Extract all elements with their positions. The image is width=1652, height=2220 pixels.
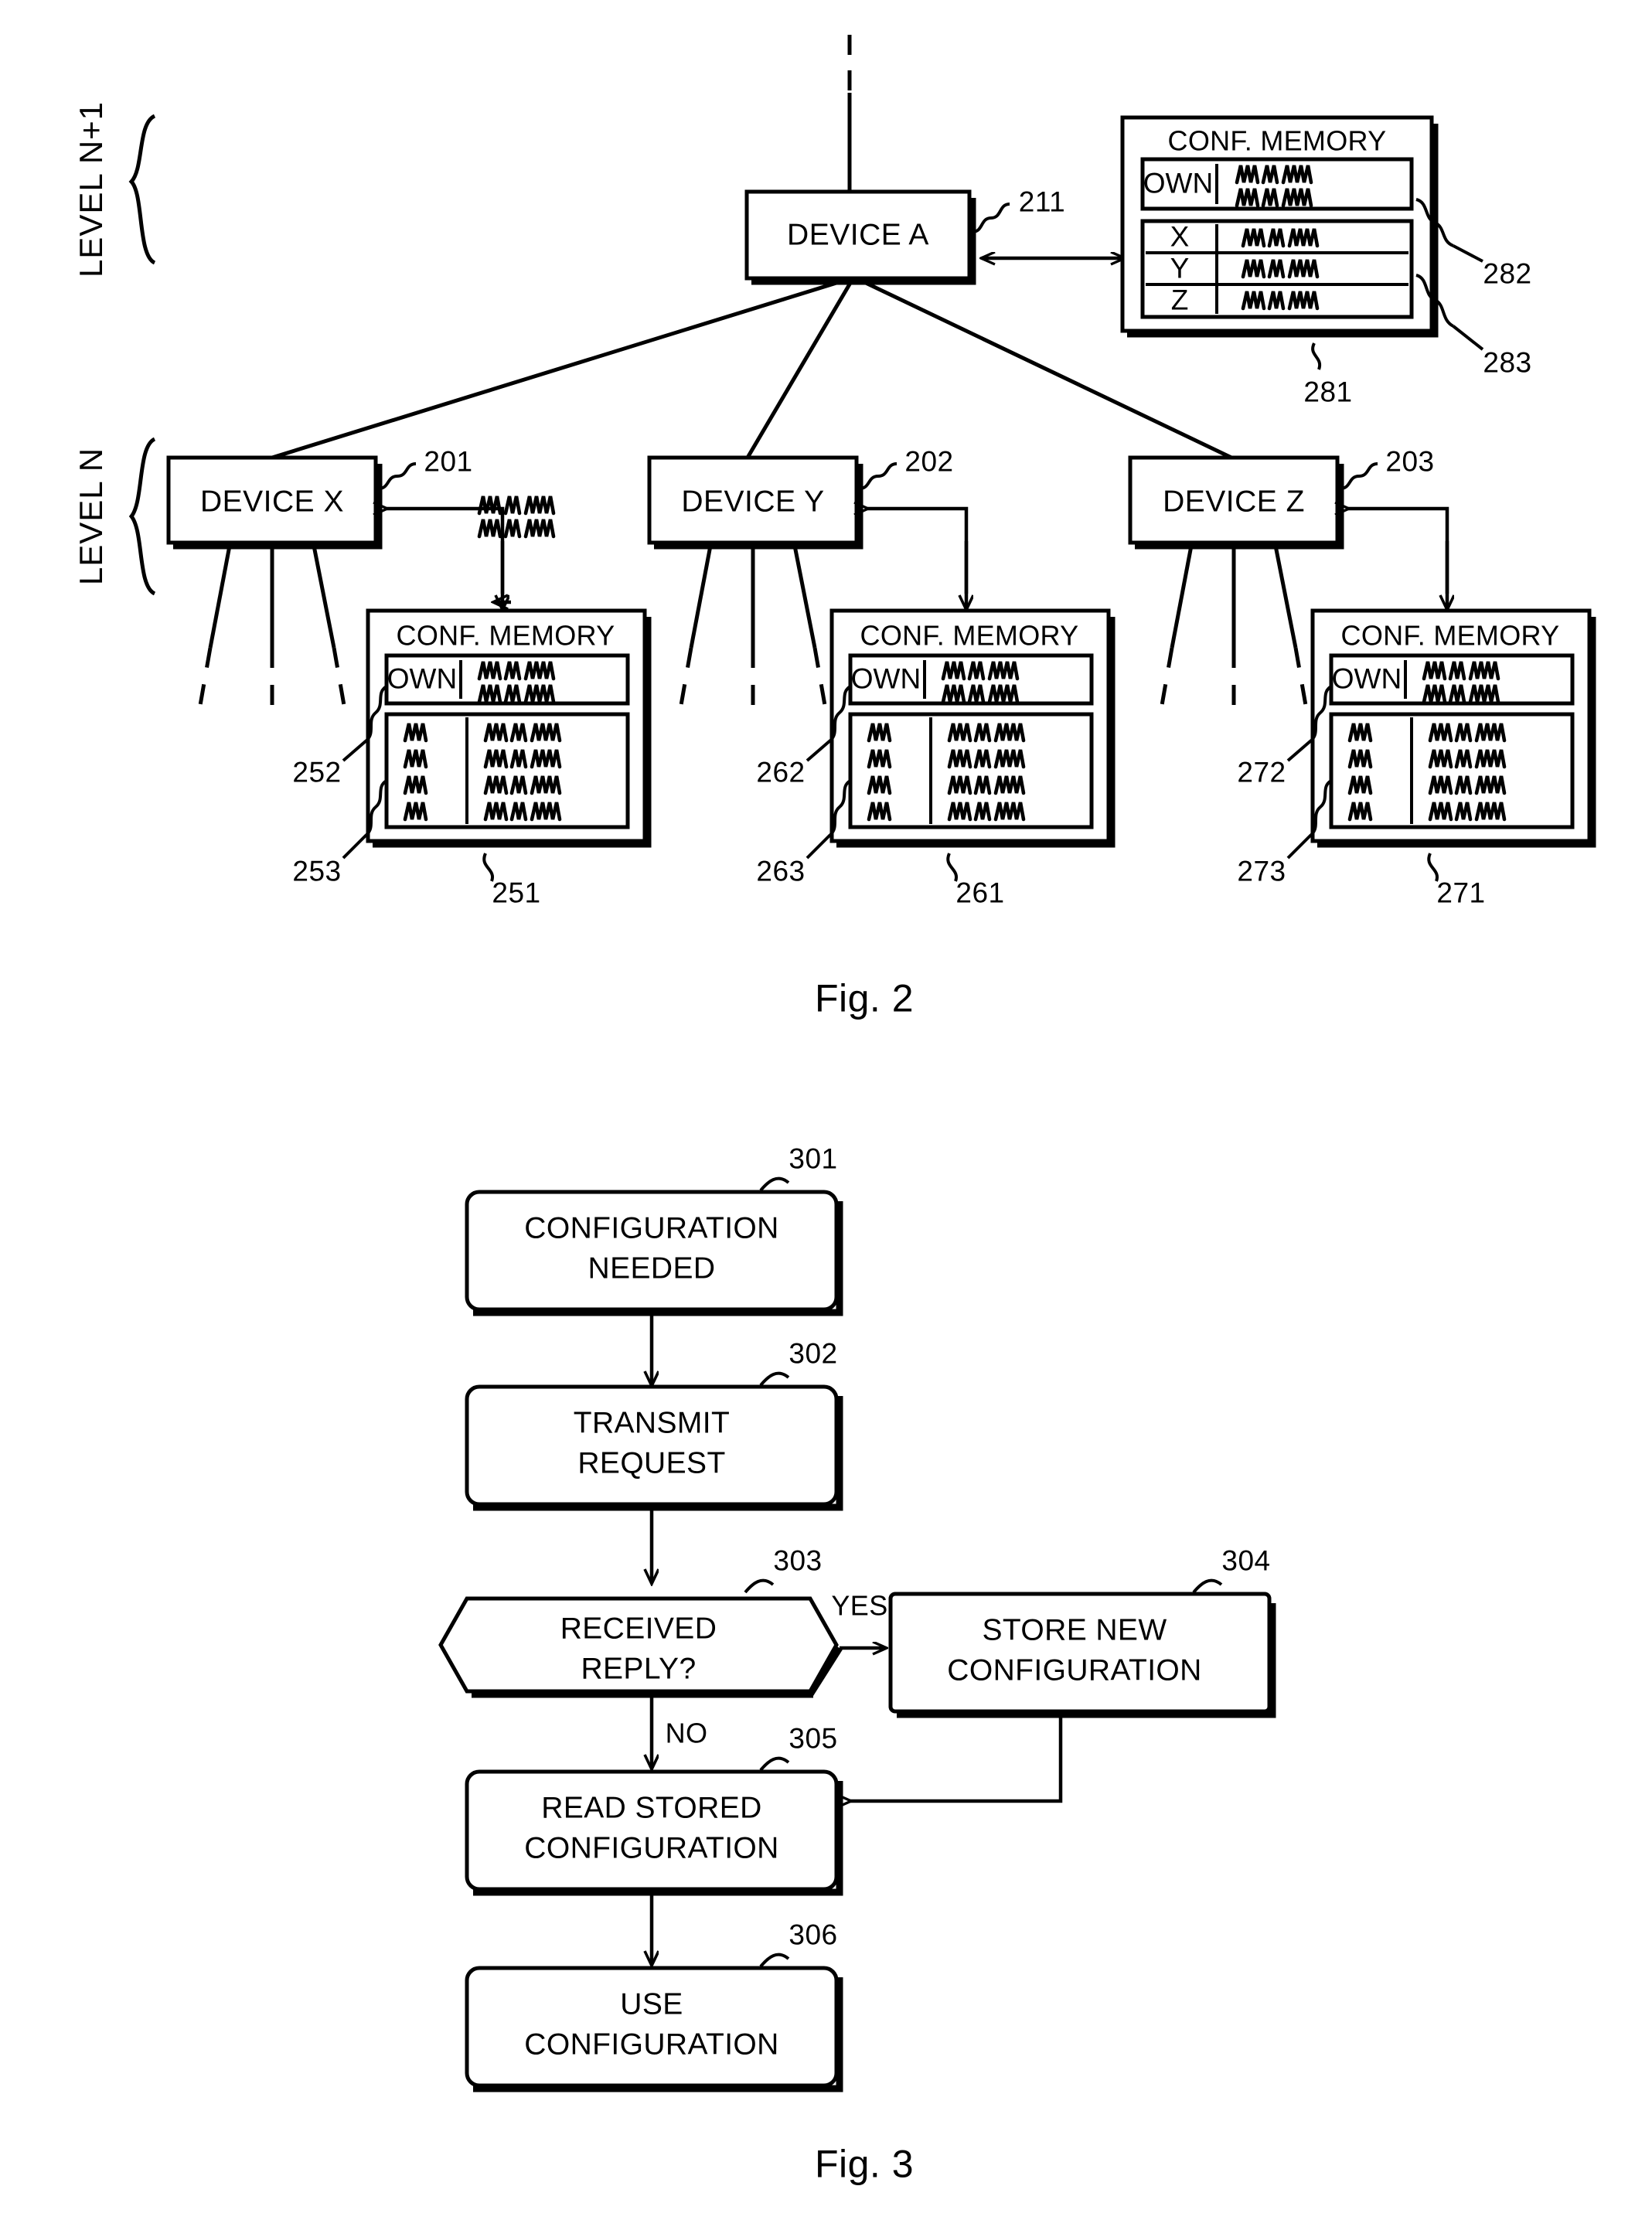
step-304-line1: STORE NEW (982, 1613, 1167, 1647)
step-305-line1: READ STORED (541, 1791, 762, 1825)
ref-305: 305 (789, 1722, 838, 1755)
conf-memory-y-title: CONF. MEMORY (860, 619, 1079, 652)
step-303-line1: RECEIVED (560, 1612, 717, 1646)
ref-301: 301 (789, 1142, 838, 1175)
ref-273: 273 (1237, 855, 1286, 887)
step-304-line2: CONFIGURATION (947, 1653, 1202, 1687)
step-303-line2: REPLY? (581, 1652, 697, 1686)
device-y-label: DEVICE Y (681, 485, 825, 519)
branch-label-yes: YES (831, 1589, 888, 1622)
step-305-line2: CONFIGURATION (524, 1831, 779, 1865)
level-label-n-plus-1: LEVEL N+1 (72, 100, 109, 278)
figure-3-caption: Fig. 3 (814, 2142, 915, 2186)
ref-251: 251 (492, 877, 541, 909)
conf-memory-x-title: CONF. MEMORY (396, 619, 615, 652)
conf-memory-x-own-label: OWN (387, 662, 458, 695)
ref-271: 271 (1436, 877, 1486, 909)
ref-211: 211 (1018, 186, 1066, 218)
ref-303: 303 (773, 1544, 823, 1577)
ref-282: 282 (1483, 257, 1532, 290)
ref-203: 203 (1385, 445, 1435, 478)
patent-drawing-sheet: LEVEL N+1 LEVEL N DEVICE A 211 DEVICE X … (0, 0, 1652, 2220)
step-301-line2: NEEDED (588, 1251, 716, 1285)
step-301-line1: CONFIGURATION (524, 1211, 779, 1245)
ref-202: 202 (904, 445, 954, 478)
redacted-data-squiggles (0, 0, 1652, 2220)
conf-memory-a-row-x: X (1170, 220, 1190, 253)
conf-memory-y-own-label: OWN (850, 662, 921, 695)
conf-memory-a-own-label: OWN (1143, 167, 1214, 199)
device-a-label: DEVICE A (787, 218, 929, 252)
conf-memory-a-title: CONF. MEMORY (1167, 124, 1387, 157)
ref-304: 304 (1221, 1544, 1271, 1577)
step-306-line2: CONFIGURATION (524, 2028, 779, 2062)
conf-memory-a-row-z: Z (1170, 284, 1189, 316)
step-306-line1: USE (620, 1987, 683, 2021)
level-label-n: LEVEL N (72, 447, 109, 586)
ref-201: 201 (424, 445, 473, 478)
device-x-label: DEVICE X (199, 485, 345, 519)
ref-261: 261 (955, 877, 1005, 909)
ref-272: 272 (1237, 756, 1286, 788)
conf-memory-z-own-label: OWN (1331, 662, 1402, 695)
branch-label-no: NO (665, 1717, 708, 1749)
conf-memory-z-title: CONF. MEMORY (1340, 619, 1560, 652)
figure-2-caption: Fig. 2 (814, 976, 915, 1020)
conf-memory-a-row-y: Y (1170, 252, 1190, 284)
step-302-line2: REQUEST (577, 1446, 726, 1480)
ref-281: 281 (1303, 376, 1353, 408)
ref-302: 302 (789, 1337, 838, 1370)
ref-306: 306 (789, 1919, 838, 1951)
ref-263: 263 (756, 855, 806, 887)
ref-253: 253 (292, 855, 342, 887)
device-z-label: DEVICE Z (1163, 485, 1305, 519)
ref-252: 252 (292, 756, 342, 788)
step-302-line1: TRANSMIT (573, 1406, 731, 1440)
ref-283: 283 (1483, 346, 1532, 379)
ref-262: 262 (756, 756, 806, 788)
